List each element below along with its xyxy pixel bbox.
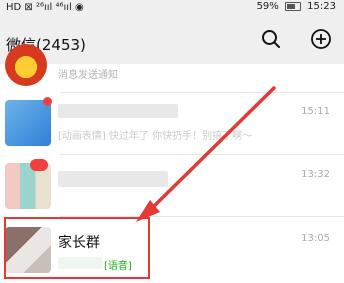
- annotation-arrow: [136, 86, 276, 222]
